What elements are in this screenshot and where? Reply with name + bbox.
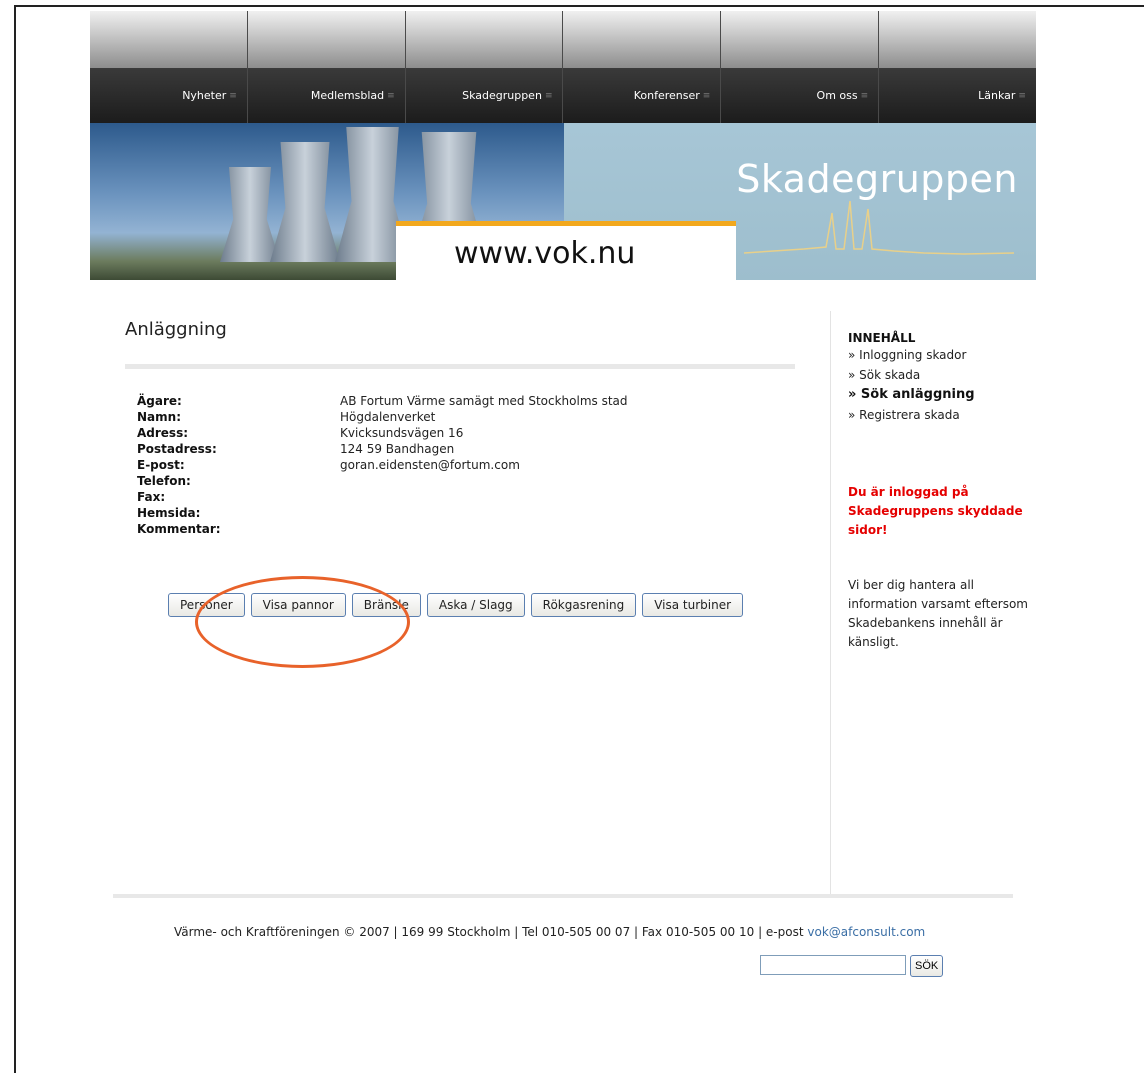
facility-info: Ägare: AB Fortum Värme samägt med Stockh… <box>137 393 628 537</box>
info-row-owner: Ägare: AB Fortum Värme samägt med Stockh… <box>137 393 628 409</box>
aska-slagg-button[interactable]: Aska / Slagg <box>426 593 525 617</box>
nav-label[interactable]: Skadegruppen <box>462 89 542 102</box>
info-row-website: Hemsida: <box>137 505 628 521</box>
info-label: Adress: <box>137 426 189 440</box>
sidebar-item-registrera-skada[interactable]: » Registrera skada <box>848 405 1028 425</box>
footer-text: Värme- och Kraftföreningen © 2007 | 169 … <box>174 925 808 939</box>
nav-separator-icon: ≡ <box>387 90 395 101</box>
info-label: Telefon: <box>137 474 191 488</box>
nav-label[interactable]: Medlemsblad <box>311 89 384 102</box>
url-box: www.vok.nu <box>396 221 736 280</box>
search-form: SÖK <box>760 955 944 977</box>
nav-item-lankar[interactable]: Länkar ≡ <box>879 11 1036 123</box>
info-label: Ägare: <box>137 394 182 408</box>
nav-separator-icon: ≡ <box>544 90 553 101</box>
footer: Värme- och Kraftföreningen © 2007 | 169 … <box>174 925 925 939</box>
nav-label[interactable]: Länkar <box>978 89 1015 102</box>
info-value: AB Fortum Värme samägt med Stockholms st… <box>340 394 628 408</box>
sidebar-divider <box>830 311 831 894</box>
top-nav: Nyheter ≡ Medlemsblad ≡ Skadegruppen ≡ Konf… <box>90 11 1036 123</box>
visa-pannor-button[interactable]: Visa pannor <box>250 593 346 617</box>
header-banner: Skadegruppen www.vok.nu <box>90 123 1036 280</box>
nav-item-om-oss[interactable]: Om oss ≡ <box>721 11 880 123</box>
sidebar-heading: INNEHÅLL <box>848 331 916 345</box>
info-label: Postadress: <box>137 442 217 456</box>
info-row-email: E-post: goran.eidensten@fortum.com <box>137 457 628 473</box>
footer-divider <box>113 894 1013 898</box>
info-row-postal-address: Postadress: 124 59 Bandhagen <box>137 441 628 457</box>
footer-email-link[interactable]: vok@afconsult.com <box>807 925 925 939</box>
info-value: goran.eidensten@fortum.com <box>340 458 520 472</box>
info-value: Högdalenverket <box>340 410 436 424</box>
sidebar-item-inloggning-skador[interactable]: » Inloggning skador <box>848 345 1028 365</box>
nav-item-nyheter[interactable]: Nyheter ≡ <box>90 11 248 123</box>
site-url: www.vok.nu <box>454 236 636 271</box>
facility-buttons: Personer Visa pannor Bränsle Aska / Slag… <box>168 593 744 617</box>
info-label: Fax: <box>137 490 166 504</box>
brand-title: Skadegruppen <box>736 157 1018 201</box>
info-row-phone: Telefon: <box>137 473 628 489</box>
info-row-name: Namn: Högdalenverket <box>137 409 628 425</box>
info-notice: Vi ber dig hantera all information varsa… <box>848 578 1028 649</box>
visa-turbiner-button[interactable]: Visa turbiner <box>642 593 744 617</box>
page: Nyheter ≡ Medlemsblad ≡ Skadegruppen ≡ Konf… <box>90 11 1036 977</box>
info-row-comment: Kommentar: <box>137 521 628 537</box>
search-input[interactable] <box>760 955 906 975</box>
personer-button[interactable]: Personer <box>168 593 245 617</box>
heading-divider <box>125 364 795 369</box>
nav-separator-icon: ≡ <box>1018 90 1026 101</box>
nav-item-medlemsblad[interactable]: Medlemsblad ≡ <box>247 11 406 123</box>
info-label: E-post: <box>137 458 185 472</box>
info-label: Kommentar: <box>137 522 221 536</box>
info-row-address: Adress: Kvicksundsvägen 16 <box>137 425 628 441</box>
info-value: Kvicksundsvägen 16 <box>340 426 464 440</box>
info-value: 124 59 Bandhagen <box>340 442 455 456</box>
sidebar-item-sok-anlaggning[interactable]: » Sök anläggning <box>848 385 1028 405</box>
login-notice: Du är inloggad på Skadegruppens skyddade… <box>848 485 1023 537</box>
search-button[interactable]: SÖK <box>910 955 944 977</box>
nav-item-konferenser[interactable]: Konferenser ≡ <box>563 11 722 123</box>
rokgasrening-button[interactable]: Rökgasrening <box>530 593 637 617</box>
nav-item-skadegruppen[interactable]: Skadegruppen ≡ <box>405 11 564 123</box>
sidebar-item-sok-skada[interactable]: » Sök skada <box>848 365 1028 385</box>
nav-label[interactable]: Nyheter <box>182 89 226 102</box>
info-label: Hemsida: <box>137 506 201 520</box>
nav-label[interactable]: Om oss <box>817 89 858 102</box>
nav-separator-icon: ≡ <box>229 90 237 101</box>
sidebar: INNEHÅLL » Inloggning skador » Sök skada… <box>848 331 1028 652</box>
bransle-button[interactable]: Bränsle <box>351 593 421 617</box>
nav-label[interactable]: Konferenser <box>634 89 700 102</box>
nav-separator-icon: ≡ <box>860 90 869 101</box>
info-label: Namn: <box>137 410 181 424</box>
page-title: Anläggning <box>125 319 227 340</box>
nav-separator-icon: ≡ <box>702 90 711 101</box>
info-row-fax: Fax: <box>137 489 628 505</box>
